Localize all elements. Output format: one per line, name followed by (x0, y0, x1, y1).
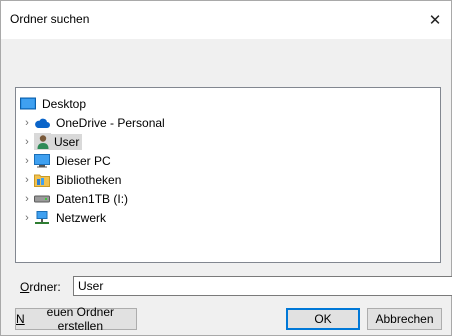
cloud-icon (34, 115, 50, 131)
close-icon: ✕ (428, 12, 442, 29)
computer-icon (34, 153, 50, 169)
tree-item-desktop[interactable]: Desktop (16, 94, 440, 113)
chevron-right-icon[interactable]: › (20, 132, 34, 151)
tree-item-drive-i[interactable]: › Daten1TB (I:) (16, 189, 444, 208)
tree-item-this-pc[interactable]: › Dieser PC (16, 151, 444, 170)
tree-item-label: Desktop (42, 96, 87, 111)
tree-item-user[interactable]: › User (16, 132, 444, 151)
tree-item-network[interactable]: › Netzwerk (16, 208, 444, 227)
folder-name-input[interactable] (73, 276, 452, 296)
dialog-title: Ordner suchen (10, 12, 90, 26)
folder-label: Ordner: (20, 280, 61, 294)
tree-item-libraries[interactable]: › Bibliotheken (16, 170, 444, 189)
ok-button[interactable]: OK (286, 308, 360, 330)
libraries-icon (34, 172, 50, 188)
cancel-button[interactable]: Abbrechen (367, 308, 442, 330)
folder-field-row: Ordner: (15, 276, 452, 298)
tree-item-label: Netzwerk (56, 210, 107, 225)
folder-tree[interactable]: Desktop › OneDrive - Personal › User › D… (15, 87, 441, 263)
chevron-right-icon[interactable]: › (20, 208, 34, 227)
desktop-icon (20, 96, 36, 112)
tree-item-label: Daten1TB (I:) (56, 191, 129, 206)
tree-item-label: Dieser PC (56, 153, 111, 168)
chevron-right-icon[interactable]: › (20, 113, 34, 132)
chevron-right-icon[interactable]: › (20, 170, 34, 189)
tree-item-label: OneDrive - Personal (56, 115, 165, 130)
chevron-right-icon[interactable]: › (20, 151, 34, 170)
folder-browse-dialog: Ordner suchen ✕ Desktop › OneDrive - Per… (0, 0, 452, 336)
user-icon (34, 133, 51, 150)
tree-item-onedrive[interactable]: › OneDrive - Personal (16, 113, 444, 132)
drive-icon (34, 191, 50, 207)
new-folder-button[interactable]: Neuen Ordner erstellen (15, 305, 137, 333)
tree-item-label: Bibliotheken (56, 172, 122, 187)
title-bar: Ordner suchen ✕ (1, 1, 451, 39)
chevron-right-icon[interactable]: › (20, 189, 34, 208)
network-icon (34, 210, 50, 226)
tree-item-label: User (51, 133, 83, 150)
close-button[interactable]: ✕ (419, 1, 451, 39)
